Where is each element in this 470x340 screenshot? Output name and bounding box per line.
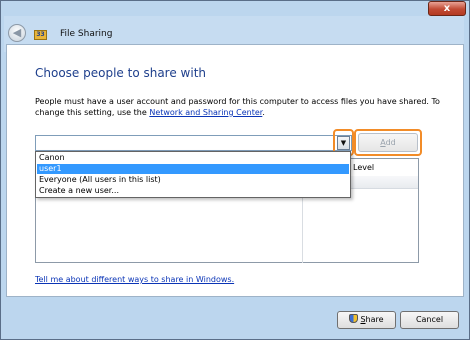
user-dropdown-list[interactable]: Canon user1 Everyone (All users in this … (35, 151, 351, 198)
file-sharing-icon: 33 (34, 30, 47, 40)
list-row-placeholder (351, 176, 418, 189)
permission-level-header[interactable]: Level (351, 161, 418, 175)
share-button[interactable]: Share (337, 311, 396, 329)
option-create-new-user[interactable]: Create a new user... (37, 186, 349, 196)
page-heading: Choose people to share with (35, 66, 207, 80)
close-icon: x (443, 3, 451, 14)
network-sharing-center-link[interactable]: Network and Sharing Center (149, 108, 262, 117)
window-title: File Sharing (60, 29, 113, 39)
user-name-combobox[interactable] (35, 135, 352, 151)
close-button[interactable]: x (428, 1, 466, 16)
back-arrow-icon: ◀ (12, 26, 22, 39)
description-end: . (262, 108, 265, 117)
option-everyone[interactable]: Everyone (All users in this list) (37, 175, 349, 185)
share-label-rest: hare (365, 315, 384, 324)
uac-shield-icon (349, 314, 359, 323)
highlight-add-button (354, 129, 422, 156)
description: People must have a user account and pass… (35, 96, 447, 118)
option-user1[interactable]: user1 (37, 164, 349, 174)
option-canon[interactable]: Canon (37, 153, 349, 163)
back-button[interactable]: ◀ (8, 24, 26, 42)
help-link[interactable]: Tell me about different ways to share in… (35, 275, 234, 284)
cancel-button[interactable]: Cancel (400, 311, 459, 329)
